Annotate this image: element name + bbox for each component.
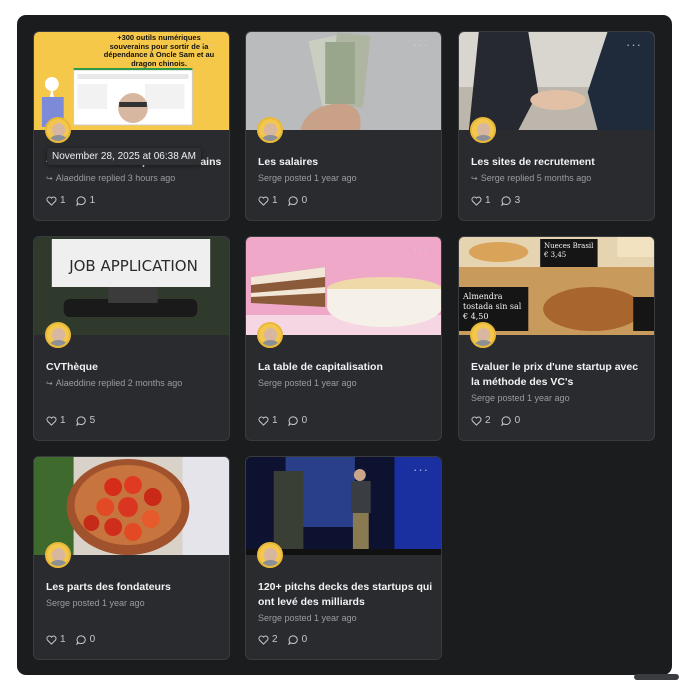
post-thumbnail[interactable] <box>246 32 441 130</box>
post-card[interactable]: ··· 120+ pitchs decks des startups qui o… <box>245 456 442 660</box>
avatar[interactable] <box>45 542 71 568</box>
heart-icon <box>471 416 482 426</box>
like-count[interactable]: 1 <box>46 634 66 646</box>
comment-count[interactable]: 0 <box>287 195 307 207</box>
avatar[interactable] <box>257 117 283 143</box>
more-dots-icon[interactable]: ··· <box>201 38 217 51</box>
post-stats: 1 0 <box>258 195 317 207</box>
post-meta: ↪ Alaeddine replied 2 months ago <box>46 378 183 388</box>
like-count[interactable]: 1 <box>258 195 278 207</box>
avatar[interactable] <box>45 117 71 143</box>
avatar[interactable] <box>45 322 71 348</box>
post-title[interactable]: Les salaires <box>258 155 434 170</box>
heart-icon <box>258 196 269 206</box>
post-thumbnail[interactable]: JOB APPLICATION <box>34 237 229 335</box>
post-title[interactable]: La table de capitalisation <box>258 360 434 375</box>
post-meta: Serge posted 1 year ago <box>46 598 145 608</box>
post-meta: Serge posted 1 year ago <box>258 613 357 623</box>
comment-bubble-icon <box>75 635 86 645</box>
post-stats: 1 3 <box>471 195 530 207</box>
post-meta: Serge posted 1 year ago <box>258 378 357 388</box>
post-thumbnail[interactable] <box>246 457 441 555</box>
post-meta: ↪ Alaeddine replied 3 hours ago <box>46 173 176 183</box>
post-card[interactable]: ··· Les salaires Serge posted 1 year ago… <box>245 31 442 221</box>
thumbnail-headline: JOB APPLICATION <box>69 257 198 275</box>
avatar[interactable] <box>257 542 283 568</box>
post-stats: 2 0 <box>471 415 530 427</box>
heart-icon <box>258 635 269 645</box>
avatar[interactable] <box>470 322 496 348</box>
comment-count[interactable]: 0 <box>287 415 307 427</box>
like-count[interactable]: 2 <box>471 415 491 427</box>
comment-count[interactable]: 1 <box>75 195 95 207</box>
post-card[interactable]: Almendra tostada sin sal € 4,50 Nueces B… <box>458 236 655 441</box>
post-title[interactable]: Les parts des fondateurs <box>46 580 222 595</box>
post-stats: 1 0 <box>258 415 317 427</box>
like-count[interactable]: 2 <box>258 634 278 646</box>
comment-count[interactable]: 0 <box>287 634 307 646</box>
post-stats: 1 0 <box>46 634 105 646</box>
post-title[interactable]: CVThèque <box>46 360 222 375</box>
comment-bubble-icon <box>500 196 511 206</box>
post-stats: 2 0 <box>258 634 317 646</box>
post-meta: ↪ Serge replied 5 months ago <box>471 173 592 183</box>
heart-icon <box>46 416 57 426</box>
post-card[interactable]: +300 outils numériques souverains pour s… <box>33 31 230 221</box>
post-title[interactable]: Les sites de recrutement <box>471 155 647 170</box>
post-card[interactable]: JOB APPLICATION CVThèque ↪ Alaeddine repl… <box>33 236 230 441</box>
post-card[interactable]: Les parts des fondateurs Serge posted 1 … <box>33 456 230 660</box>
heart-icon <box>258 416 269 426</box>
post-meta: Serge posted 1 year ago <box>258 173 357 183</box>
post-title[interactable]: Evaluer le prix d'une startup avec la mé… <box>471 360 647 390</box>
post-card[interactable]: ··· Les sites de recrutement ↪ Serge repl… <box>458 31 655 221</box>
post-thumbnail[interactable]: +300 outils numériques souverains pour s… <box>34 32 229 130</box>
like-count[interactable]: 1 <box>46 415 66 427</box>
comment-bubble-icon <box>287 196 298 206</box>
more-dots-icon[interactable]: ··· <box>413 463 429 476</box>
post-stats: 1 1 <box>46 195 105 207</box>
like-count[interactable]: 1 <box>46 195 66 207</box>
post-meta: Serge posted 1 year ago <box>471 393 570 403</box>
post-thumbnail[interactable] <box>246 237 441 335</box>
post-card[interactable]: ··· La table de capitalisation Serge pos… <box>245 236 442 441</box>
post-title[interactable]: 120+ pitchs decks des startups qui ont l… <box>258 580 434 610</box>
post-stats: 1 5 <box>46 415 105 427</box>
reply-arrow-icon: ↪ <box>46 379 53 388</box>
post-thumbnail[interactable]: Almendra tostada sin sal € 4,50 Nueces B… <box>459 237 654 335</box>
avatar[interactable] <box>470 117 496 143</box>
reply-arrow-icon: ↪ <box>471 174 478 183</box>
price-sign: Almendra tostada sin sal € 4,50 <box>463 292 522 321</box>
comment-count[interactable]: 3 <box>500 195 520 207</box>
more-dots-icon[interactable]: ··· <box>413 38 429 51</box>
more-dots-icon[interactable]: ··· <box>413 243 429 256</box>
post-thumbnail[interactable] <box>34 457 229 555</box>
posts-grid-panel: +300 outils numériques souverains pour s… <box>17 15 679 680</box>
like-count[interactable]: 1 <box>471 195 491 207</box>
comment-bubble-icon <box>75 416 86 426</box>
more-dots-icon[interactable]: ··· <box>626 38 642 51</box>
comment-bubble-icon <box>75 196 86 206</box>
like-count[interactable]: 1 <box>258 415 278 427</box>
comment-count[interactable]: 0 <box>500 415 520 427</box>
avatar[interactable] <box>257 322 283 348</box>
comment-bubble-icon <box>500 416 511 426</box>
heart-icon <box>46 196 57 206</box>
thumbnail-headline: +300 outils numériques souverains pour s… <box>103 33 215 68</box>
post-thumbnail[interactable] <box>459 32 654 130</box>
comment-count[interactable]: 0 <box>75 634 95 646</box>
reply-arrow-icon: ↪ <box>46 174 53 183</box>
heart-icon <box>46 635 57 645</box>
heart-icon <box>471 196 482 206</box>
comment-bubble-icon <box>287 635 298 645</box>
comment-bubble-icon <box>287 416 298 426</box>
scrollbar[interactable] <box>634 674 679 680</box>
timestamp-tooltip: November 28, 2025 at 06:38 AM <box>47 148 201 165</box>
price-sign: Nueces Brasil € 3,45 <box>544 242 594 259</box>
comment-count[interactable]: 5 <box>75 415 95 427</box>
